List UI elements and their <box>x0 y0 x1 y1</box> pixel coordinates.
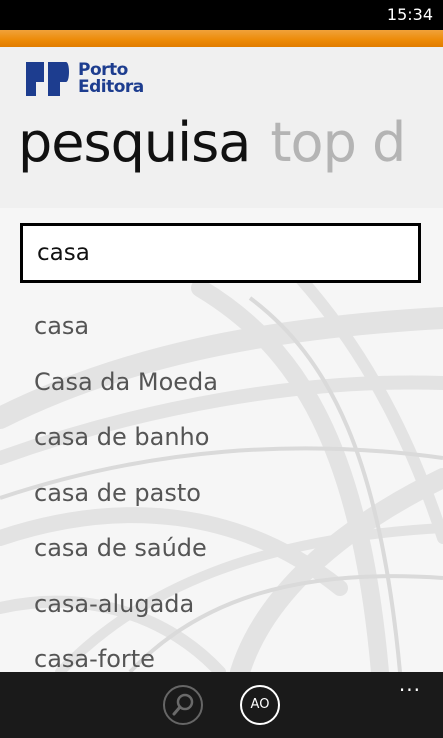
header: Porto Editora pesquisa top d <box>0 47 443 208</box>
suggestion-item[interactable]: casa <box>34 300 218 356</box>
status-time: 15:34 <box>386 5 433 24</box>
magnifier-icon <box>172 693 194 716</box>
status-bar: 15:34 <box>0 0 443 30</box>
suggestion-item[interactable]: casa de banho <box>34 411 218 467</box>
ao-button-label: AO <box>250 697 270 712</box>
suggestion-item[interactable]: casa de pasto <box>34 467 218 523</box>
more-options-button[interactable]: ... <box>399 674 421 694</box>
porto-editora-logo-mark <box>26 62 69 96</box>
app-screen: 15:34 Porto Editora pesquisa top d casa … <box>0 0 443 738</box>
app-bar: AO ... <box>0 672 443 738</box>
suggestion-item[interactable]: Casa da Moeda <box>34 356 218 412</box>
pivot-header: pesquisa top d <box>18 111 406 175</box>
ao-button[interactable]: AO <box>240 685 280 725</box>
logo-text-line2: Editora <box>78 77 144 97</box>
suggestion-item[interactable]: casa-forte <box>34 633 218 672</box>
pivot-item-pesquisa[interactable]: pesquisa <box>18 111 251 174</box>
suggestion-item[interactable]: casa-alugada <box>34 578 218 634</box>
porto-editora-logo: Porto Editora <box>24 59 144 99</box>
accent-strip <box>0 30 443 47</box>
suggestion-list: casa Casa da Moeda casa de banho casa de… <box>34 300 218 672</box>
search-button[interactable] <box>163 685 203 725</box>
search-panel: casa Casa da Moeda casa de banho casa de… <box>0 208 443 672</box>
suggestion-item[interactable]: casa de saúde <box>34 522 218 578</box>
search-input[interactable] <box>23 226 418 280</box>
logo-text: Porto Editora <box>78 62 144 96</box>
pivot-item-top[interactable]: top d <box>270 111 406 174</box>
search-box[interactable] <box>20 223 421 283</box>
